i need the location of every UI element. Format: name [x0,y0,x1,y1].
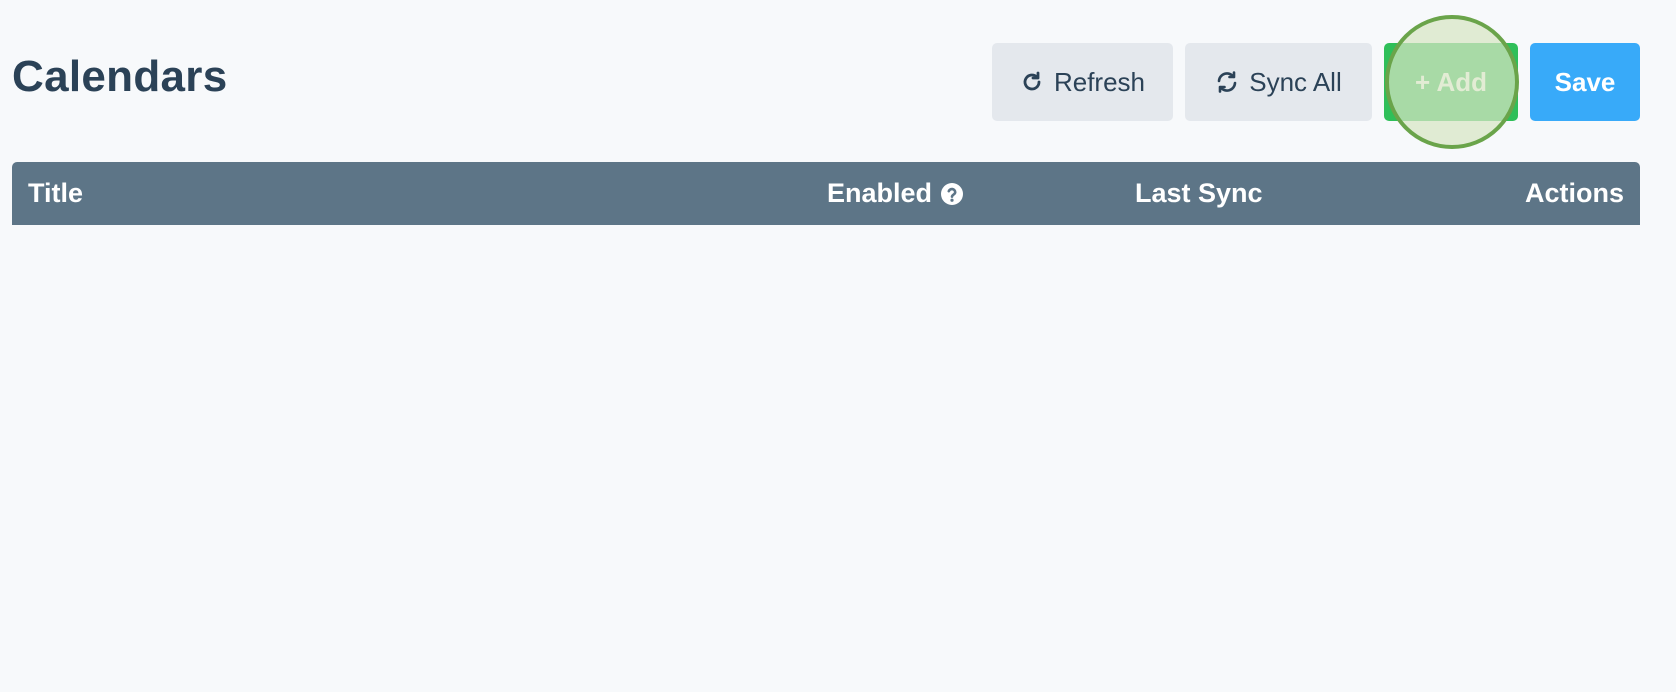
help-circle-icon[interactable] [940,182,964,206]
page-title: Calendars [12,52,228,101]
sync-all-button[interactable]: Sync All [1185,43,1372,121]
column-header-last-sync[interactable]: Last Sync [1135,162,1263,225]
save-button[interactable]: Save [1530,43,1640,121]
calendars-table-header: Title Enabled Last Sync Actions [12,162,1640,225]
column-title-label: Title [28,178,84,208]
column-header-actions: Actions [1525,162,1624,225]
column-header-enabled[interactable]: Enabled [827,162,964,225]
toolbar: Refresh Sync All + Add Save [992,43,1640,121]
refresh-label: Refresh [1053,66,1146,97]
refresh-button[interactable]: Refresh [992,43,1173,121]
sync-icon [1215,70,1239,94]
add-button[interactable]: + Add [1384,43,1518,121]
calendars-page: { "page": { "title": "Calendars" }, "too… [0,0,1676,692]
sync-all-label: Sync All [1249,66,1342,97]
column-actions-label: Actions [1524,178,1624,208]
column-header-title[interactable]: Title [28,162,83,225]
refresh-icon [1020,70,1044,94]
calendars-table-body [12,225,1640,625]
column-enabled-label: Enabled [827,178,933,208]
column-last-sync-label: Last Sync [1135,178,1263,208]
